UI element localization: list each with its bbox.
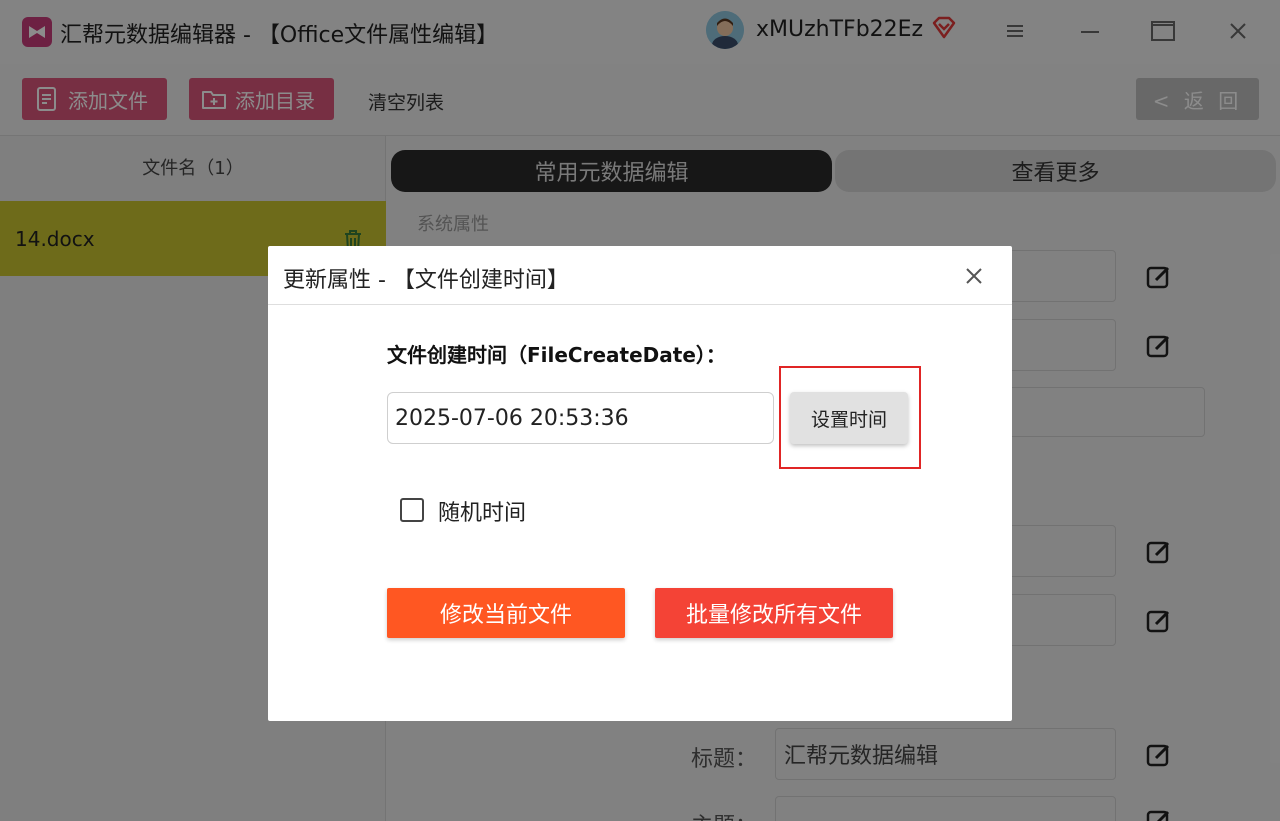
update-property-dialog: 更新属性 - 【文件创建时间】 文件创建时间（FileCreateDate）： … (268, 246, 1012, 721)
batch-modify-all-files-button[interactable]: 批量修改所有文件 (655, 588, 893, 638)
modify-current-file-button[interactable]: 修改当前文件 (387, 588, 625, 638)
dialog-close-icon[interactable] (963, 265, 985, 287)
dialog-divider (268, 304, 1012, 305)
random-time-label[interactable]: 随机时间 (438, 495, 526, 527)
dialog-title: 更新属性 - 【文件创建时间】 (283, 268, 569, 293)
random-time-checkbox[interactable] (400, 498, 424, 522)
create-date-input[interactable] (387, 392, 774, 444)
set-time-button[interactable]: 设置时间 (790, 392, 908, 444)
create-date-field-label: 文件创建时间（FileCreateDate）： (387, 343, 726, 367)
